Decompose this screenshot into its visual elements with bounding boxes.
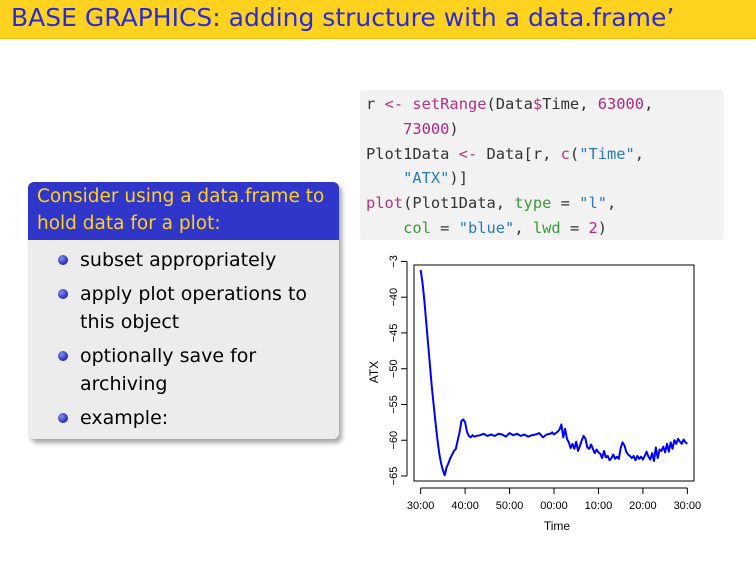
slide-title: BASE GRAPHICS: adding structure with a d… [11,3,675,32]
x-tick-label: 40:00 [451,500,479,512]
x-tick-label: 00:00 [540,500,568,512]
slide-title-bar: BASE GRAPHICS: adding structure with a d… [0,0,756,39]
x-tick-label: 30:00 [407,500,435,512]
code-line-1: r <- setRange(Data$Time, 63000, [366,95,654,113]
block-heading: Consider using a data.frame to hold data… [28,182,339,240]
atx-series-line [419,269,688,477]
bullet-item-text-cont: this object [80,311,180,333]
code-line-2: 73000) [403,119,459,138]
bullet-item-text: subset appropriately [80,249,277,271]
info-block: Consider using a data.frame to hold data… [28,182,339,439]
y-tick-label: −60 [388,431,400,450]
code-block: r <- setRange(Data$Time, 63000, 73000) Pl… [360,90,724,240]
x-tick-label: 50:00 [496,500,524,512]
y-tick-label: −40 [388,288,400,307]
x-axis-label: Time [544,519,571,533]
bullet-icon [58,255,68,265]
x-axis: 30:00 40:00 50:00 00:00 10:00 20:00 30:00 [407,487,702,512]
y-tick-label: −45 [388,324,400,343]
bullet-item: example: [28,404,339,432]
y-tick-label: −3 [388,255,400,268]
y-axis-label: ATX [367,361,381,383]
y-tick-label: −50 [388,359,400,378]
code-line-3: Plot1Data <- Data[r, c("Time", [366,144,645,163]
bullet-item-text: optionally save for [80,345,257,367]
y-tick-label: −55 [388,395,400,414]
y-tick-label: −65 [388,467,400,486]
code-line-6: col = "blue", lwd = 2) [403,218,608,237]
bullet-item-text: example: [80,407,169,429]
bullet-item-text: apply plot operations to [80,283,308,305]
x-tick-label: 10:00 [585,500,613,512]
code-line-5: plot(Plot1Data, type = "l", [366,194,617,213]
bullet-item: optionally save for archiving [28,342,339,398]
bullet-icon [58,289,68,299]
code-line-4: "ATX")] [403,169,468,188]
y-axis: −65 −60 −55 −50 −45 −40 −3 [388,255,408,486]
x-tick-label: 20:00 [629,500,657,512]
block-heading-line-2: hold data for a plot: [37,213,221,234]
bullet-icon [58,413,68,423]
block-body: subset appropriately apply plot operatio… [28,240,339,432]
atx-line-chart: −65 −60 −55 −50 −45 −40 −3 30:00 40:00 50:00 00:0… [367,255,702,533]
bullet-icon [58,351,68,361]
bullet-item: subset appropriately [28,246,339,274]
block-heading-line-1: Consider using a data.frame to [37,186,325,207]
x-tick-label: 30:00 [674,500,702,512]
bullet-item: apply plot operations to this object [28,280,339,336]
bullet-item-text-cont: archiving [80,373,168,395]
